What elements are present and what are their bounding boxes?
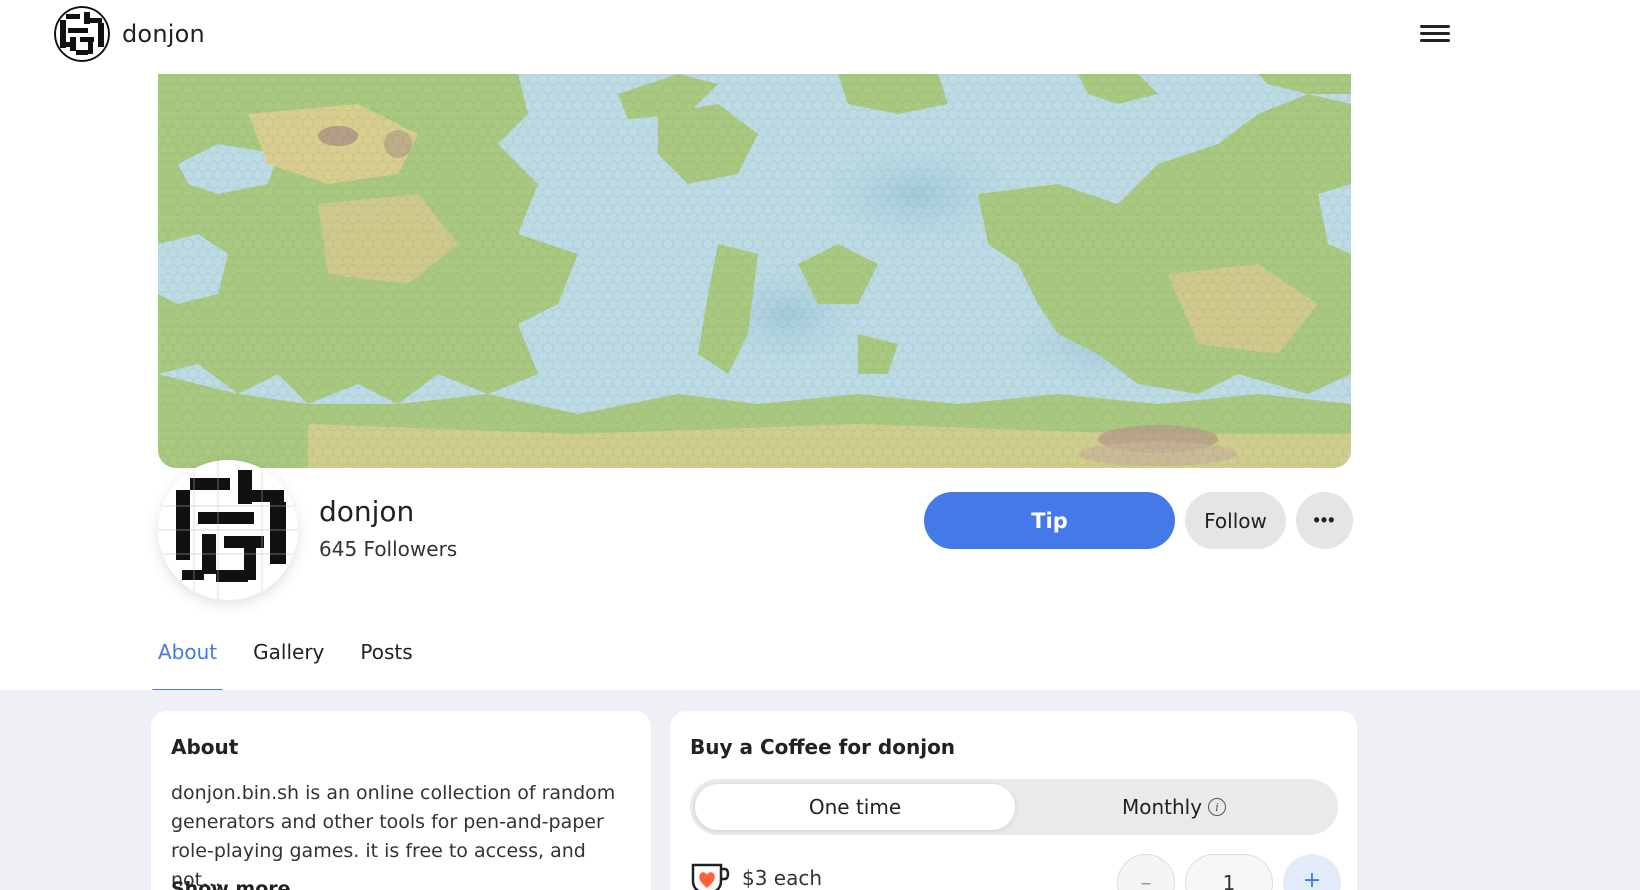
monthly-option[interactable]: Monthly i	[1015, 784, 1333, 830]
monthly-label: Monthly	[1121, 795, 1203, 819]
show-more-link[interactable]: Show more	[171, 878, 291, 890]
about-card: About donjon.bin.sh is an online collect…	[151, 711, 651, 890]
coffee-price: $3 each	[742, 866, 823, 890]
brand-name: donjon	[122, 20, 205, 48]
tab-gallery[interactable]: Gallery	[247, 630, 330, 692]
cover-image	[158, 74, 1351, 468]
hamburger-menu-icon[interactable]	[1420, 18, 1454, 48]
top-nav: donjon	[0, 0, 1640, 70]
one-time-option[interactable]: One time	[695, 784, 1015, 830]
maze-avatar-icon	[158, 460, 298, 600]
follower-count: 645 Followers	[319, 537, 458, 561]
brand-home-link[interactable]: donjon	[54, 6, 205, 62]
frequency-toggle: One time Monthly i	[690, 779, 1338, 835]
follow-button[interactable]: Follow	[1185, 492, 1286, 549]
maze-logo-icon	[54, 6, 110, 62]
about-text: donjon.bin.sh is an online collection of…	[171, 782, 616, 890]
decrease-quantity-button[interactable]: –	[1117, 854, 1175, 890]
profile-name: donjon	[319, 495, 415, 528]
profile-tabs: About Gallery Posts	[152, 630, 443, 692]
coffee-cup-icon	[691, 863, 730, 890]
coffee-title: Buy a Coffee for donjon	[690, 735, 956, 759]
info-icon[interactable]: i	[1208, 798, 1227, 816]
coffee-card: Buy a Coffee for donjon One time Monthly…	[670, 711, 1357, 890]
tab-about[interactable]: About	[152, 630, 224, 692]
coffee-price-row: $3 each	[690, 861, 822, 890]
about-title: About	[171, 735, 239, 759]
quantity-input[interactable]: 1	[1185, 854, 1273, 890]
tab-posts[interactable]: Posts	[354, 630, 418, 692]
increase-quantity-button[interactable]: +	[1283, 854, 1341, 890]
tip-button[interactable]: Tip	[924, 492, 1175, 549]
more-options-icon[interactable]: •••	[1296, 492, 1353, 549]
